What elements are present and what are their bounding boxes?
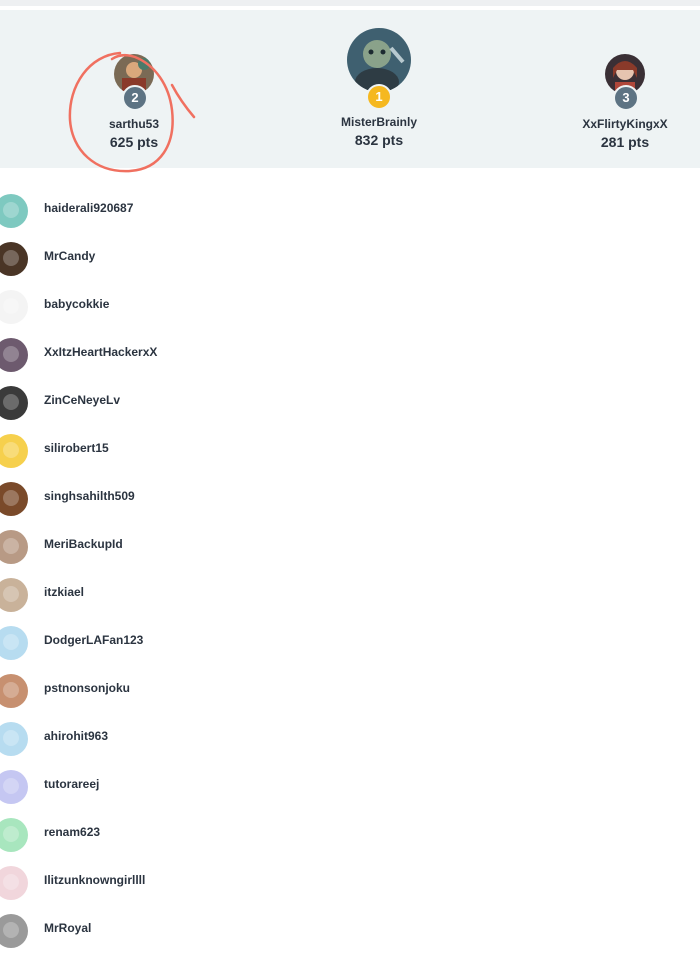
leaderboard-podium: 2 sarthu53 625 pts 1 MisterBrainly 832 p… — [0, 10, 700, 168]
avatar-placeholder-icon — [3, 826, 19, 842]
list-username[interactable]: ZinCeNeyeLv — [44, 393, 120, 407]
avatar[interactable] — [0, 194, 28, 228]
list-item[interactable]: babycokkie — [0, 280, 700, 328]
avatar[interactable] — [0, 722, 28, 756]
avatar-placeholder-icon — [3, 442, 19, 458]
list-item[interactable]: singhsahilth509 — [0, 472, 700, 520]
avatar[interactable] — [0, 578, 28, 612]
list-item[interactable]: DodgerLAFan123 — [0, 616, 700, 664]
list-item[interactable]: Ilitzunknowngirllll — [0, 856, 700, 904]
list-item[interactable]: MrRoyal — [0, 904, 700, 952]
list-username[interactable]: ahirohit963 — [44, 729, 108, 743]
avatar-placeholder-icon — [3, 874, 19, 890]
avatar-placeholder-icon — [3, 298, 19, 314]
list-username[interactable]: Ilitzunknowngirllll — [44, 873, 145, 887]
list-username[interactable]: MrCandy — [44, 249, 95, 263]
avatar-placeholder-icon — [3, 634, 19, 650]
podium-points: 625 pts — [109, 134, 159, 150]
avatar-placeholder-icon — [3, 538, 19, 554]
list-username[interactable]: tutorareej — [44, 777, 99, 791]
avatar[interactable] — [0, 242, 28, 276]
avatar-placeholder-icon — [3, 202, 19, 218]
avatar-placeholder-icon — [3, 730, 19, 746]
avatar-placeholder-icon — [3, 346, 19, 362]
list-username[interactable]: haiderali920687 — [44, 201, 133, 215]
podium-points: 281 pts — [600, 134, 650, 150]
rank-badge: 2 — [122, 85, 148, 111]
list-username[interactable]: renam623 — [44, 825, 100, 839]
avatar[interactable] — [0, 674, 28, 708]
list-item[interactable]: MrCandy — [0, 232, 700, 280]
list-username[interactable]: MrRoyal — [44, 921, 91, 935]
avatar[interactable] — [0, 770, 28, 804]
rank-badge: 1 — [366, 84, 392, 110]
list-username[interactable]: pstnonsonjoku — [44, 681, 130, 695]
avatar[interactable] — [0, 482, 28, 516]
avatar[interactable] — [0, 386, 28, 420]
avatar-placeholder-icon — [3, 682, 19, 698]
list-item[interactable]: itzkiael — [0, 568, 700, 616]
rank-badge: 3 — [613, 85, 639, 111]
list-item[interactable]: haiderali920687 — [0, 184, 700, 232]
podium-points: 832 pts — [354, 132, 404, 148]
list-username[interactable]: singhsahilth509 — [44, 489, 135, 503]
podium-username[interactable]: sarthu53 — [34, 117, 234, 131]
avatar-placeholder-icon — [3, 250, 19, 266]
list-item[interactable]: silirobert15 — [0, 424, 700, 472]
list-username[interactable]: DodgerLAFan123 — [44, 633, 143, 647]
avatar[interactable] — [0, 866, 28, 900]
list-username[interactable]: MeriBackupId — [44, 537, 123, 551]
avatar[interactable] — [0, 626, 28, 660]
avatar-placeholder-icon — [3, 490, 19, 506]
avatar-placeholder-icon — [3, 394, 19, 410]
avatar-placeholder-icon — [3, 778, 19, 794]
list-item[interactable]: pstnonsonjoku — [0, 664, 700, 712]
list-username[interactable]: silirobert15 — [44, 441, 109, 455]
list-username[interactable]: babycokkie — [44, 297, 109, 311]
list-item[interactable]: renam623 — [0, 808, 700, 856]
avatar[interactable] — [0, 338, 28, 372]
avatar[interactable] — [0, 530, 28, 564]
avatar[interactable] — [347, 28, 411, 92]
podium-username[interactable]: XxFlirtyKingxX — [525, 117, 700, 131]
list-item[interactable]: MeriBackupId — [0, 520, 700, 568]
list-item[interactable]: XxItzHeartHackerxX — [0, 328, 700, 376]
list-username[interactable]: itzkiael — [44, 585, 84, 599]
avatar[interactable] — [0, 914, 28, 948]
avatar[interactable] — [0, 434, 28, 468]
list-username[interactable]: XxItzHeartHackerxX — [44, 345, 157, 359]
podium-username[interactable]: MisterBrainly — [279, 115, 479, 129]
avatar[interactable] — [0, 290, 28, 324]
avatar-placeholder-icon — [3, 922, 19, 938]
list-item[interactable]: ahirohit963 — [0, 712, 700, 760]
list-item[interactable]: ZinCeNeyeLv — [0, 376, 700, 424]
top-divider — [0, 0, 700, 6]
list-item[interactable]: tutorareej — [0, 760, 700, 808]
avatar-placeholder-icon — [3, 586, 19, 602]
avatar[interactable] — [0, 818, 28, 852]
